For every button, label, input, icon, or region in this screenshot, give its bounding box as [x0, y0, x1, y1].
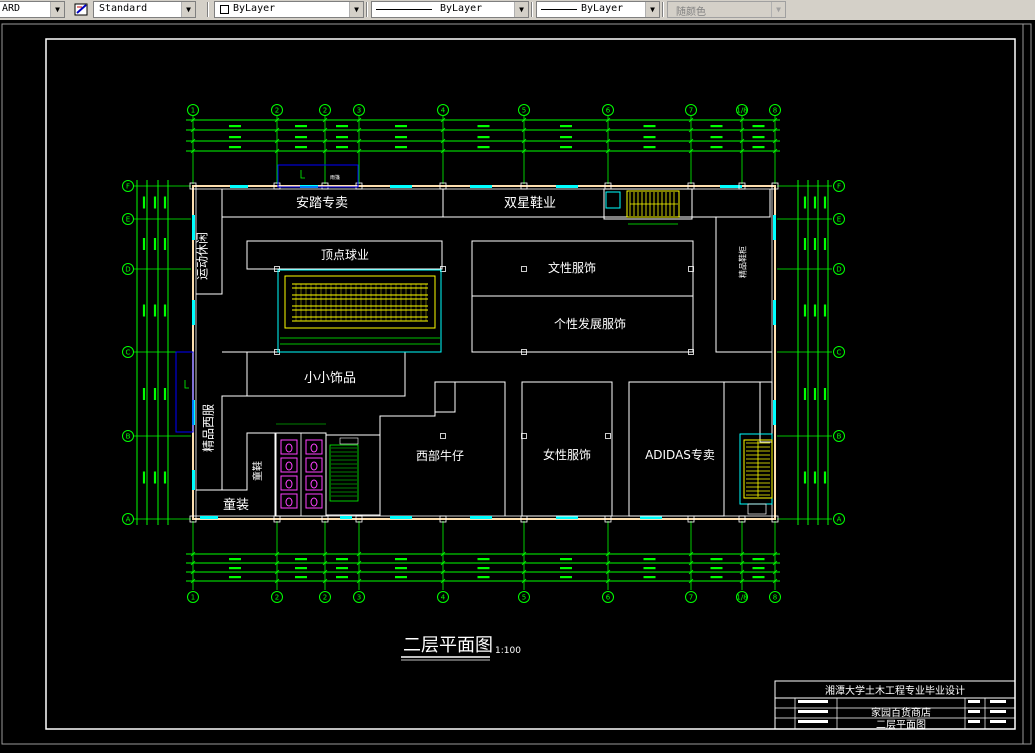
title-block-sheet: 二层平面图	[876, 719, 926, 731]
text-style-dropdown[interactable]: ARD ▼	[0, 1, 65, 18]
title-block-project: 家园百货商店	[871, 706, 931, 719]
drawing-title: 二层平面图	[403, 635, 493, 656]
axis-label: D	[125, 266, 130, 274]
lineweight-sample	[541, 9, 577, 10]
room-label-shuangxing: 双星鞋业	[504, 195, 556, 211]
room-label-adidas: ADIDAS专卖	[645, 447, 715, 462]
axis-label: 8	[773, 107, 777, 115]
plot-style-value: 随颜色	[676, 7, 706, 18]
axis-label: 2	[323, 107, 327, 115]
room-label-kids-shoes: 童鞋	[251, 461, 264, 481]
axis-label: 2	[323, 594, 327, 602]
axis-label: 2	[275, 107, 279, 115]
text-style-value: ARD	[2, 3, 21, 14]
room-label-sports: 运动休闲	[196, 232, 210, 280]
axis-label: 5	[522, 107, 526, 115]
room-label-jeans: 西部牛仔	[416, 448, 464, 463]
title-block-school: 湘潭大学土木工程专业毕业设计	[825, 684, 965, 697]
axis-label: 2	[275, 594, 279, 602]
dim-style-icon	[74, 3, 88, 16]
axis-label: 7	[689, 594, 693, 602]
lineweight-dropdown[interactable]: ByLayer ▼	[536, 1, 660, 18]
room-label-female: 文性服饰	[548, 260, 596, 275]
axis-label: F	[837, 183, 841, 191]
room-label-womens: 女性服饰	[543, 447, 591, 462]
chevron-down-icon[interactable]: ▼	[514, 2, 528, 17]
axis-label: 4	[441, 107, 446, 115]
linetype-sample	[376, 9, 432, 10]
axis-label: E	[837, 216, 841, 224]
toolbar-separator	[207, 2, 209, 17]
room-label-kids: 童装	[223, 497, 249, 513]
axis-label: 1/8	[736, 107, 747, 115]
axis-label: C	[126, 349, 131, 357]
axis-label: 1	[191, 594, 195, 602]
plot-style-dropdown[interactable]: 随颜色 ▼	[667, 1, 786, 18]
room-label-anta: 安踏专卖	[296, 196, 348, 211]
axis-label: 6	[606, 594, 611, 602]
chevron-down-icon[interactable]: ▼	[181, 2, 195, 17]
axis-label: B	[126, 433, 131, 441]
toolbar-separator	[366, 2, 368, 17]
axis-label: A	[837, 516, 842, 524]
axis-bubble: 1/8	[736, 591, 748, 603]
room-label-dingdian: 顶点球业	[321, 248, 369, 262]
color-swatch-icon	[220, 5, 229, 14]
axis-label: 7	[689, 107, 693, 115]
axis-label: 3	[357, 107, 361, 115]
toolbar-separator	[531, 2, 533, 17]
axis-label: 3	[357, 594, 361, 602]
dimension-style-button[interactable]	[73, 1, 91, 18]
axis-label: 1/8	[736, 594, 747, 602]
room-label-shoe-cabinet: 精品鞋柜	[738, 246, 748, 278]
linetype-value: ByLayer	[440, 3, 483, 14]
dim-style-value: Standard	[99, 3, 148, 14]
axis-label: 4	[441, 594, 446, 602]
chevron-down-icon[interactable]: ▼	[771, 2, 785, 17]
axis-label: F	[126, 183, 130, 191]
toolbar-separator	[662, 2, 664, 17]
linetype-dropdown[interactable]: ByLayer ▼	[371, 1, 529, 18]
drawing-scale: 1:100	[495, 646, 521, 656]
properties-toolbar: ARD ▼ Standard ▼ ByLayer ▼ ByLayer ▼ ByL…	[0, 0, 1035, 21]
layer-value: ByLayer	[233, 3, 276, 14]
axis-label: C	[837, 349, 842, 357]
lineweight-value: ByLayer	[581, 3, 624, 14]
chevron-down-icon[interactable]: ▼	[349, 2, 363, 17]
drawing-canvas[interactable]: 1 2 2 3 4 5 6 7 1/8 8 1 2 2 3 4 5 6 7 1/8 8 A B C D E F A B C D E F	[0, 20, 1035, 753]
dim-style-dropdown[interactable]: Standard ▼	[93, 1, 196, 18]
chevron-down-icon[interactable]: ▼	[50, 2, 64, 17]
note-text: 雨篷	[330, 174, 340, 181]
axis-bubble: 1/8	[736, 104, 748, 116]
room-label-accessories: 小小饰品	[304, 371, 356, 386]
axis-label: E	[126, 216, 130, 224]
axis-label: A	[126, 516, 131, 524]
room-label-suits: 精品西服	[202, 404, 216, 452]
layer-dropdown[interactable]: ByLayer ▼	[214, 1, 364, 18]
room-label-personal: 个性发展服饰	[554, 316, 626, 331]
axis-label: B	[837, 433, 842, 441]
axis-label: 6	[606, 107, 611, 115]
axis-label: 1	[191, 107, 195, 115]
axis-label: D	[836, 266, 841, 274]
axis-label: 8	[773, 594, 777, 602]
axis-label: 5	[522, 594, 526, 602]
chevron-down-icon[interactable]: ▼	[645, 2, 659, 17]
